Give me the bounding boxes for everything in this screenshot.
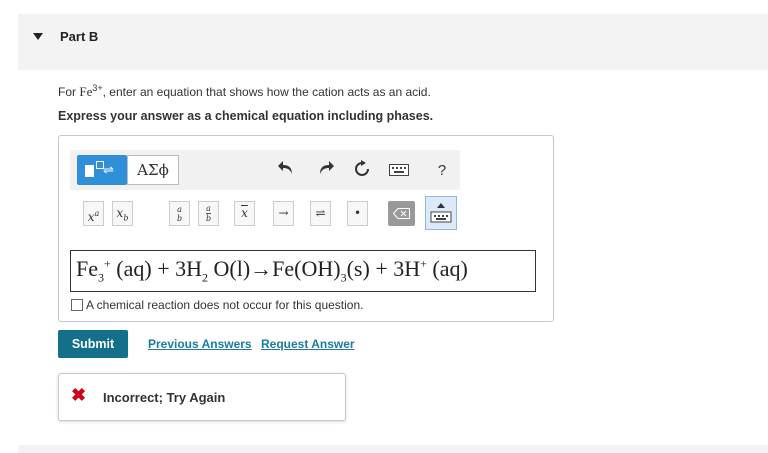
instruction-text: Express your answer as a chemical equati… bbox=[58, 109, 434, 123]
next-part-header bbox=[18, 445, 768, 453]
equilibrium-arrow-key[interactable]: ⇌ bbox=[310, 201, 331, 226]
undo-icon[interactable] bbox=[276, 160, 298, 182]
templates-button[interactable]: ⇌ bbox=[77, 155, 127, 185]
keyboard-shortcuts-icon[interactable] bbox=[388, 160, 410, 182]
answer-input[interactable]: Fe3+ (aq) + 3H2 O(l)→Fe(OH)3(s) + 3H+ (a… bbox=[70, 250, 536, 292]
ion-charge: 3+ bbox=[92, 83, 103, 93]
collapse-caret-icon[interactable] bbox=[33, 33, 43, 40]
overline-key[interactable]: x bbox=[234, 201, 255, 226]
help-button[interactable]: ? bbox=[431, 160, 453, 182]
superscript-key[interactable]: xa bbox=[83, 201, 104, 226]
backspace-key[interactable] bbox=[388, 201, 415, 226]
feedback-message: Incorrect; Try Again bbox=[103, 390, 226, 405]
answer-box: ⇌ ΑΣϕ ? xa xb ab ab x → ⇌ • Fe3+ (aq) + … bbox=[58, 135, 554, 322]
incorrect-icon: ✖ bbox=[71, 385, 87, 405]
toolbar-secondary: xa xb ab ab x → ⇌ • bbox=[70, 195, 460, 231]
reset-icon[interactable] bbox=[351, 160, 373, 182]
virtual-keyboard-icon[interactable] bbox=[425, 196, 457, 230]
reaction-arrow-key[interactable]: → bbox=[273, 201, 294, 226]
question-text: For Fe3+, enter an equation that shows h… bbox=[58, 83, 431, 99]
no-reaction-label: A chemical reaction does not occur for t… bbox=[86, 298, 364, 312]
previous-answers-link[interactable]: Previous Answers bbox=[148, 337, 252, 351]
part-title: Part B bbox=[60, 29, 99, 44]
greek-symbols-button[interactable]: ΑΣϕ bbox=[127, 155, 179, 185]
feedback-panel: ✖ Incorrect; Try Again bbox=[58, 373, 346, 421]
redo-icon[interactable] bbox=[314, 160, 336, 182]
subscript-key[interactable]: xb bbox=[112, 201, 133, 226]
part-header[interactable] bbox=[18, 14, 768, 70]
request-answer-link[interactable]: Request Answer bbox=[261, 337, 355, 351]
no-reaction-option[interactable]: A chemical reaction does not occur for t… bbox=[71, 298, 363, 312]
toolbar-primary: ⇌ ΑΣϕ ? bbox=[70, 150, 460, 190]
no-reaction-checkbox[interactable] bbox=[71, 299, 83, 311]
submit-button[interactable]: Submit bbox=[58, 330, 128, 358]
fraction-bar-key[interactable]: ab bbox=[198, 201, 219, 226]
fraction-key[interactable]: ab bbox=[169, 201, 190, 226]
ion-formula: Fe bbox=[79, 84, 93, 99]
dot-key[interactable]: • bbox=[347, 201, 368, 226]
equation-text: Fe3+ (aq) + 3H2 O(l)→Fe(OH)3(s) + 3H+ (a… bbox=[76, 256, 468, 285]
